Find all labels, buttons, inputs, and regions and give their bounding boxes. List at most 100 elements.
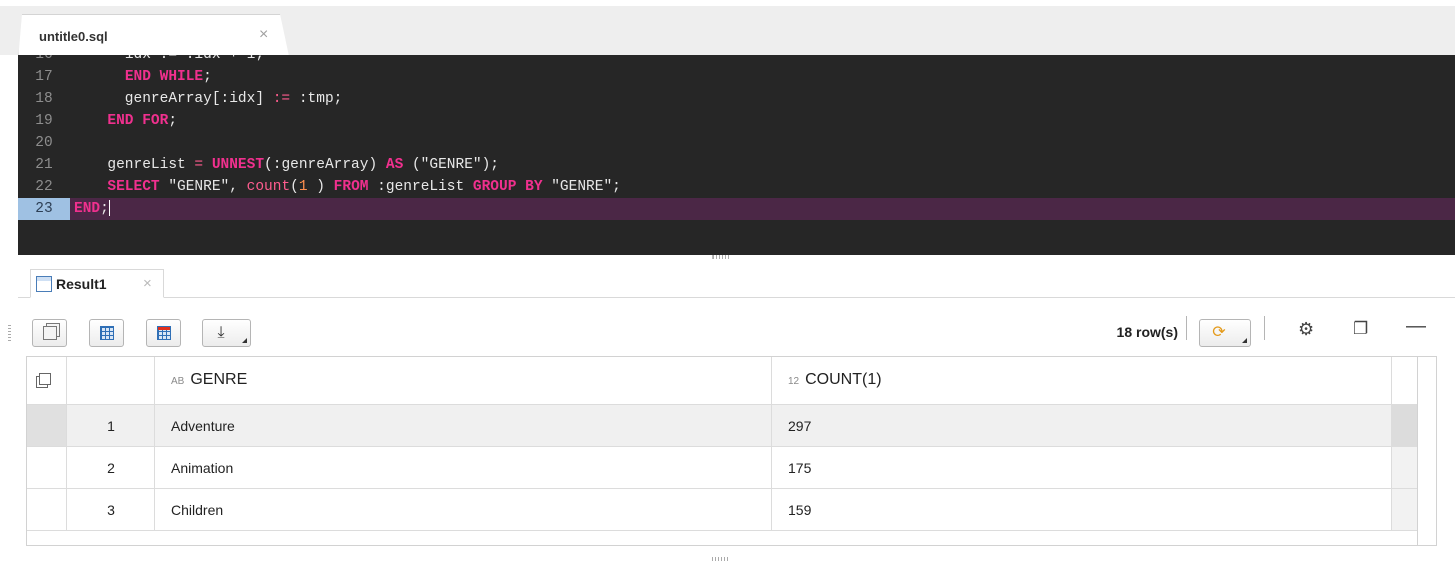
sql-code-editor[interactable]: 16 idx := :idx + 1; 17 END WHILE; 18 genre…	[18, 55, 1455, 255]
code-token: ;	[168, 113, 178, 129]
grid-export-button[interactable]	[146, 319, 181, 347]
line-number: 20	[18, 132, 70, 154]
code-token: ("GENRE");	[403, 157, 499, 173]
string-type-icon: AB	[171, 376, 185, 387]
code-token: FROM	[333, 179, 369, 195]
row-selector[interactable]	[27, 489, 67, 530]
table-row[interactable]: 3 Children 159	[27, 489, 1417, 531]
count-cell[interactable]: 297	[772, 405, 1392, 446]
text-cursor	[108, 200, 110, 217]
code-token: 1	[298, 179, 308, 195]
line-number: 19	[18, 110, 70, 132]
column-header-count[interactable]: 12 COUNT(1)	[772, 357, 1392, 404]
genre-cell-text: Animation	[171, 460, 234, 476]
row-filler	[1392, 405, 1417, 446]
grid-vertical-scrollbar[interactable]	[1418, 356, 1437, 546]
restore-icon[interactable]: ❐	[1353, 319, 1368, 339]
result-tab-strip: Result1 ×	[18, 260, 1455, 298]
code-line[interactable]: 17 END WHILE;	[18, 66, 1455, 88]
code-token: AS	[385, 157, 404, 173]
table-row[interactable]: 2 Animation 175	[27, 447, 1417, 489]
code-text: END FOR;	[70, 110, 177, 132]
table-row-partial	[27, 531, 1417, 545]
row-number-text: 3	[107, 502, 115, 518]
result-grid: AB GENRE 12 COUNT(1) 1 Adventure 297 2 Animati…	[26, 356, 1418, 546]
row-number: 3	[67, 489, 155, 530]
code-line[interactable]: 18 genreArray[:idx] := :tmp;	[18, 88, 1455, 110]
code-line[interactable]: 23 END;	[18, 198, 1455, 220]
code-text: genreArray[:idx] := :tmp;	[70, 88, 343, 110]
code-token: "GENRE";	[542, 179, 621, 195]
code-token: :tmp;	[290, 91, 343, 107]
code-token: ;	[203, 69, 212, 85]
code-token: =	[194, 157, 204, 173]
panel-resize-grip[interactable]	[8, 325, 11, 343]
code-line[interactable]: 20	[18, 132, 1455, 154]
dropdown-arrow-icon	[1242, 338, 1247, 343]
file-tab[interactable]: untitle0.sql ×	[18, 14, 290, 61]
code-token: GROUP BY	[472, 179, 543, 195]
count-cell-text: 297	[788, 418, 812, 434]
result-tab-close-icon[interactable]: ×	[143, 275, 152, 292]
grid-export-icon	[157, 326, 171, 340]
select-all-cell[interactable]	[27, 357, 67, 404]
count-cell-text: 175	[788, 460, 812, 476]
code-line[interactable]: 19 END FOR;	[18, 110, 1455, 132]
dropdown-arrow-icon	[242, 338, 247, 343]
download-button[interactable]: ⤓	[202, 319, 251, 347]
row-selector[interactable]	[27, 405, 67, 446]
code-token: count	[246, 179, 291, 195]
count-cell[interactable]: 175	[772, 447, 1392, 488]
code-token: (	[290, 179, 299, 195]
code-text: END;	[70, 198, 110, 220]
genre-cell[interactable]: Adventure	[155, 405, 772, 446]
code-token: genreArray[:idx]	[90, 91, 273, 107]
line-number: 18	[18, 88, 70, 110]
code-token: :genreList	[368, 179, 473, 195]
code-text: idx := :idx + 1;	[70, 55, 264, 66]
line-number: 16	[18, 55, 70, 66]
code-token: :=	[272, 91, 291, 107]
column-header-genre[interactable]: AB GENRE	[155, 357, 772, 404]
genre-cell[interactable]: Animation	[155, 447, 772, 488]
refresh-button[interactable]: ⟳	[1199, 319, 1251, 347]
file-tab-close-icon[interactable]: ×	[259, 26, 268, 44]
genre-cell[interactable]: Children	[155, 489, 772, 530]
row-number: 1	[67, 405, 155, 446]
result-toolbar: ⤓ 18 row(s) ⟳ ⚙ ❐ —	[18, 298, 1455, 356]
settings-icon[interactable]: ⚙	[1298, 319, 1314, 340]
code-text: SELECT "GENRE", count(1 ) FROM :genreLis…	[70, 176, 621, 198]
file-tab-label: untitle0.sql	[39, 29, 108, 44]
grid-view-button[interactable]	[89, 319, 124, 347]
code-text: genreList = UNNEST(:genreArray) AS ("GEN…	[70, 154, 499, 176]
code-token: (:genreArray)	[264, 157, 386, 173]
bottom-resize-grip[interactable]	[712, 557, 728, 561]
code-line[interactable]: 22 SELECT "GENRE", count(1 ) FROM :genre…	[18, 176, 1455, 198]
minimize-icon[interactable]: —	[1406, 315, 1426, 338]
copy-icon	[43, 326, 57, 340]
row-number-text: 1	[107, 418, 115, 434]
line-number: 21	[18, 154, 70, 176]
code-token: genreList	[90, 157, 195, 173]
count-cell[interactable]: 159	[772, 489, 1392, 530]
tab-result1[interactable]: Result1 ×	[30, 269, 164, 298]
select-all-icon	[39, 373, 51, 385]
column-header-label: GENRE	[190, 371, 248, 388]
line-number: 23	[18, 198, 70, 220]
row-number: 2	[67, 447, 155, 488]
editor-tab-strip: untitle0.sql ×	[0, 0, 1455, 61]
copy-button[interactable]	[32, 319, 67, 347]
editor-resize-handle[interactable]	[712, 255, 742, 259]
count-cell-text: 159	[788, 502, 812, 518]
table-row[interactable]: 1 Adventure 297	[27, 405, 1417, 447]
row-number-header	[67, 357, 155, 404]
table-icon	[36, 276, 52, 292]
row-selector[interactable]	[27, 447, 67, 488]
code-token: )	[307, 179, 334, 195]
code-line[interactable]: 16 idx := :idx + 1;	[18, 55, 1455, 66]
code-line[interactable]: 21 genreList = UNNEST(:genreArray) AS ("…	[18, 154, 1455, 176]
refresh-icon: ⟳	[1212, 324, 1226, 341]
header-filler	[1392, 357, 1417, 404]
